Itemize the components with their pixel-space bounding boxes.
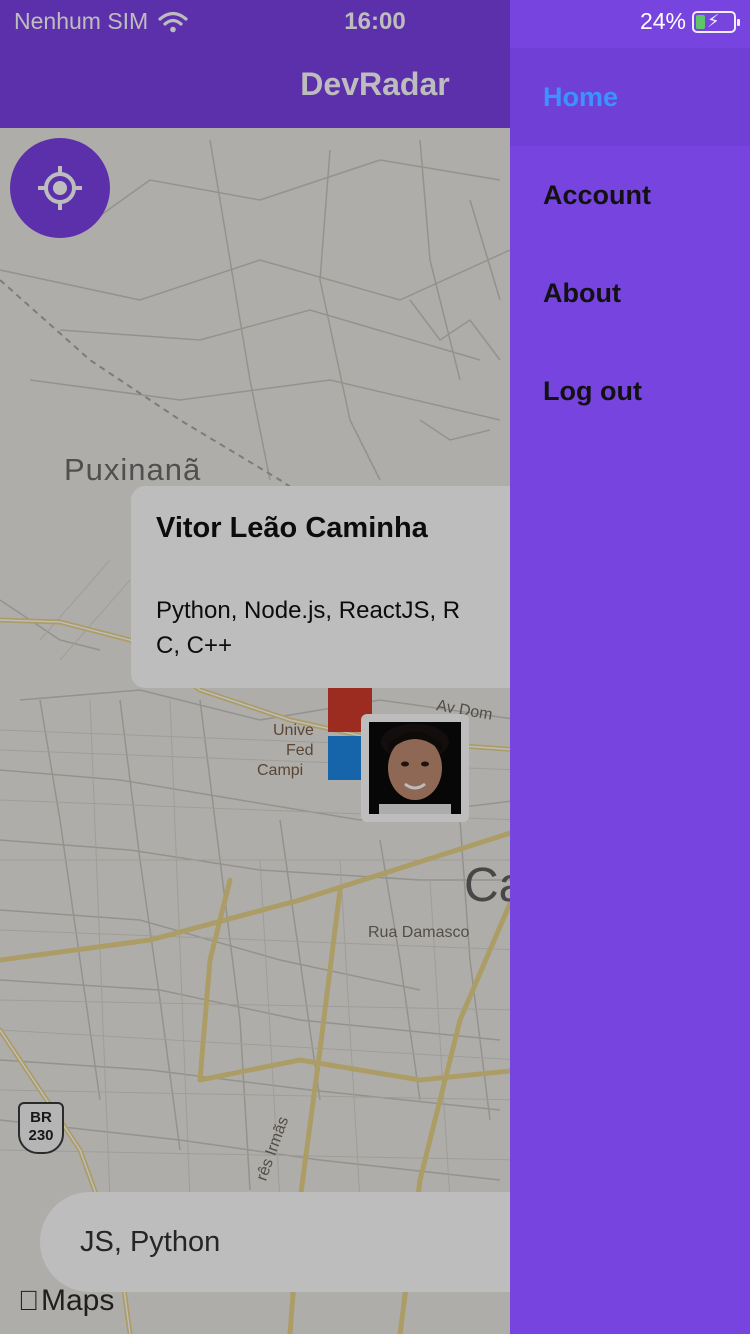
- drawer-item-label: Home: [543, 81, 619, 112]
- drawer-item-about[interactable]: About: [510, 244, 750, 342]
- drawer-item-label: Log out: [543, 375, 642, 406]
- drawer-item-home[interactable]: Home: [510, 48, 750, 146]
- drawer-item-label: About: [543, 277, 621, 308]
- battery-percent: 24%: [639, 8, 686, 34]
- status-battery: 24% ⚡︎: [639, 8, 740, 35]
- battery-icon: ⚡︎: [692, 10, 740, 33]
- drawer-item-log-out[interactable]: Log out: [510, 342, 750, 440]
- navigation-drawer: 24% ⚡︎ Home Account About Log out: [510, 0, 750, 1334]
- bolt-icon: ⚡︎: [707, 10, 720, 31]
- battery-fill: [696, 14, 705, 29]
- drawer-item-label: Account: [543, 179, 651, 210]
- drawer-item-account[interactable]: Account: [510, 146, 750, 244]
